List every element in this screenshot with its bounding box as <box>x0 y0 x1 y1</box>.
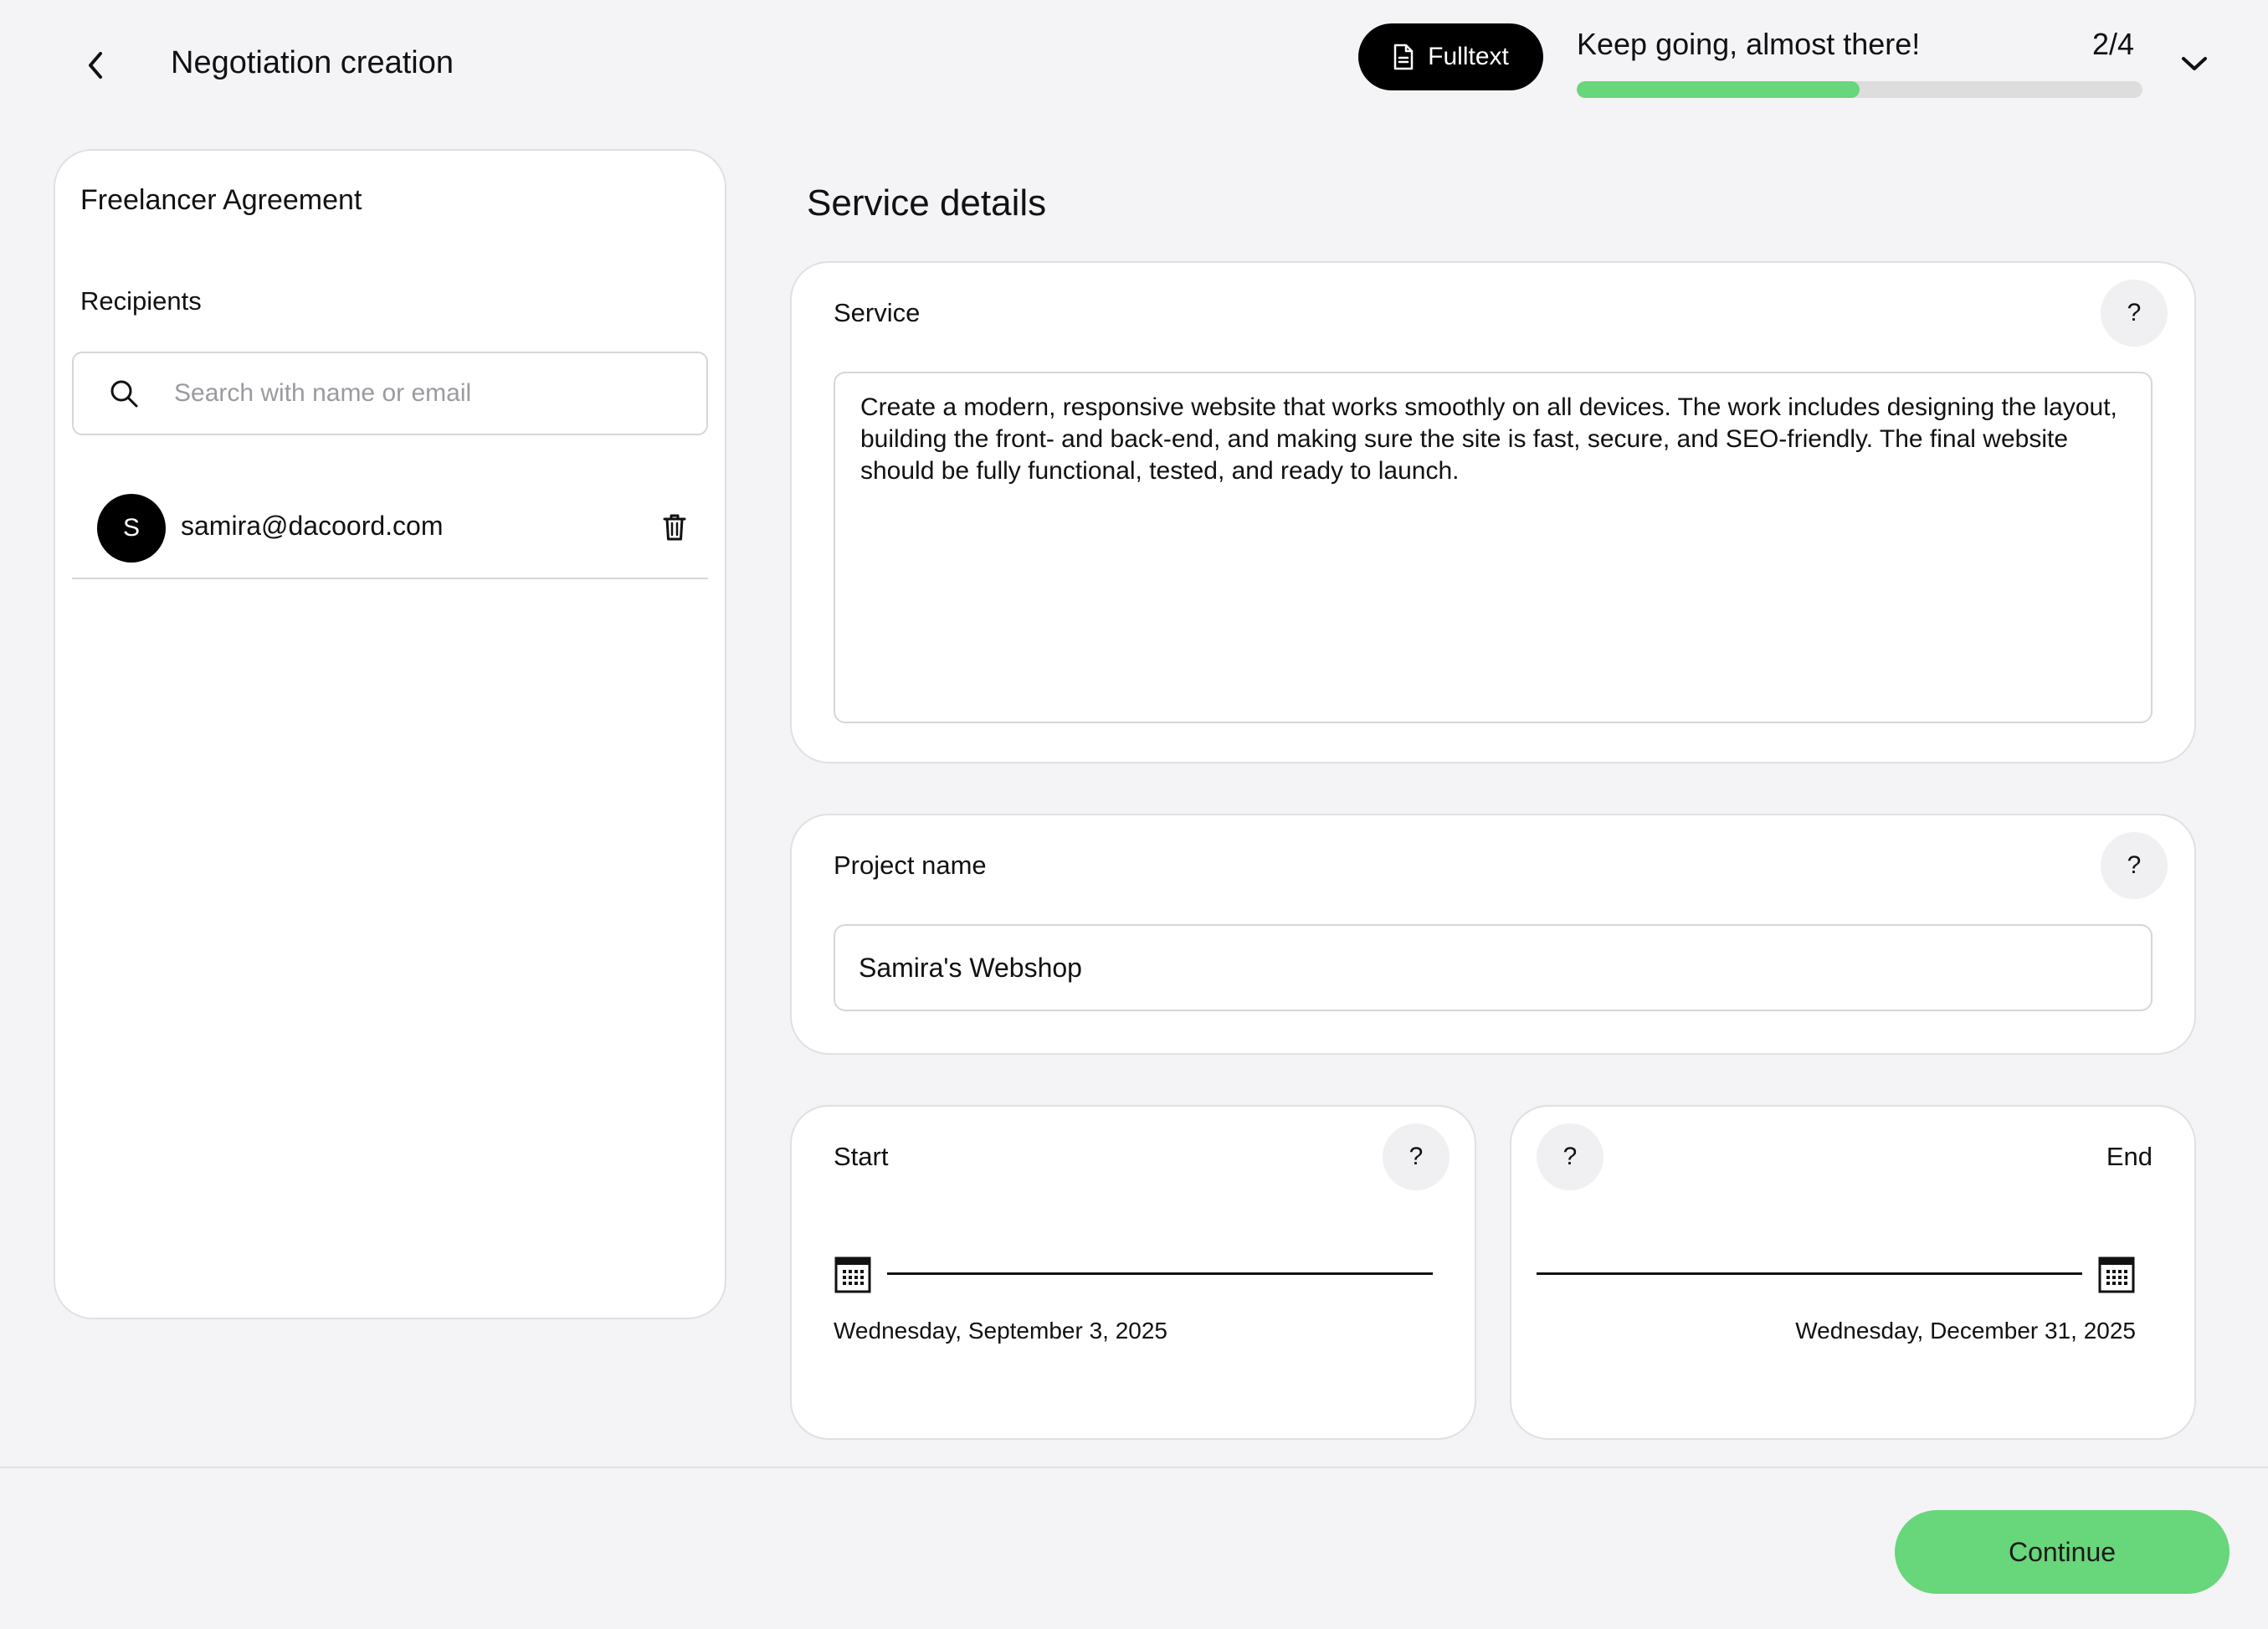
page-title: Negotiation creation <box>171 45 454 80</box>
end-help-button[interactable]: ? <box>1537 1123 1604 1190</box>
document-icon <box>1393 44 1414 70</box>
service-textarea[interactable]: Create a modern, responsive website that… <box>834 372 2153 723</box>
start-help-button[interactable]: ? <box>1383 1123 1450 1190</box>
agreement-title: Freelancer Agreement <box>80 184 362 216</box>
footer-divider <box>0 1467 2268 1468</box>
trash-icon <box>663 514 686 541</box>
recipients-panel <box>54 149 726 1319</box>
calendar-icon <box>834 1256 871 1293</box>
start-date-value: Wednesday, September 3, 2025 <box>834 1318 1167 1344</box>
end-date-value: Wednesday, December 31, 2025 <box>1795 1318 2136 1344</box>
progress-bar-fill <box>1577 81 1860 98</box>
project-name-label: Project name <box>834 850 987 880</box>
search-icon <box>74 378 174 409</box>
progress-message: Keep going, almost there! <box>1577 27 1921 61</box>
chevron-left-icon <box>89 52 102 79</box>
delete-recipient-button[interactable] <box>658 509 691 546</box>
recipient-search[interactable] <box>72 352 708 435</box>
end-date-slider-track[interactable] <box>1537 1272 2082 1275</box>
project-name-input[interactable]: Samira's Webshop <box>834 924 2153 1011</box>
avatar: S <box>97 494 166 563</box>
project-name-help-button[interactable]: ? <box>2101 832 2168 899</box>
recipient-email: samira@dacoord.com <box>181 511 444 541</box>
start-date-slider-track[interactable] <box>887 1272 1433 1275</box>
progress-bar <box>1577 81 2142 98</box>
section-title: Service details <box>807 182 1047 224</box>
search-input[interactable] <box>174 353 706 434</box>
service-label: Service <box>834 298 921 327</box>
start-calendar-button[interactable] <box>834 1254 872 1294</box>
progress-count: 2/4 <box>2092 27 2135 61</box>
end-label: End <box>2106 1142 2153 1171</box>
back-button[interactable] <box>77 44 114 87</box>
recipients-heading: Recipients <box>80 286 202 316</box>
chevron-down-icon <box>2182 57 2207 70</box>
service-help-button[interactable]: ? <box>2101 280 2168 347</box>
start-label: Start <box>834 1142 889 1171</box>
calendar-icon <box>2098 1256 2135 1293</box>
fulltext-button[interactable]: Fulltext <box>1358 23 1543 90</box>
fulltext-label: Fulltext <box>1428 43 1509 70</box>
recipient-row: S samira@dacoord.com <box>72 487 708 579</box>
collapse-button[interactable] <box>2174 45 2214 82</box>
continue-button[interactable]: Continue <box>1895 1510 2230 1594</box>
end-calendar-button[interactable] <box>2097 1254 2136 1294</box>
